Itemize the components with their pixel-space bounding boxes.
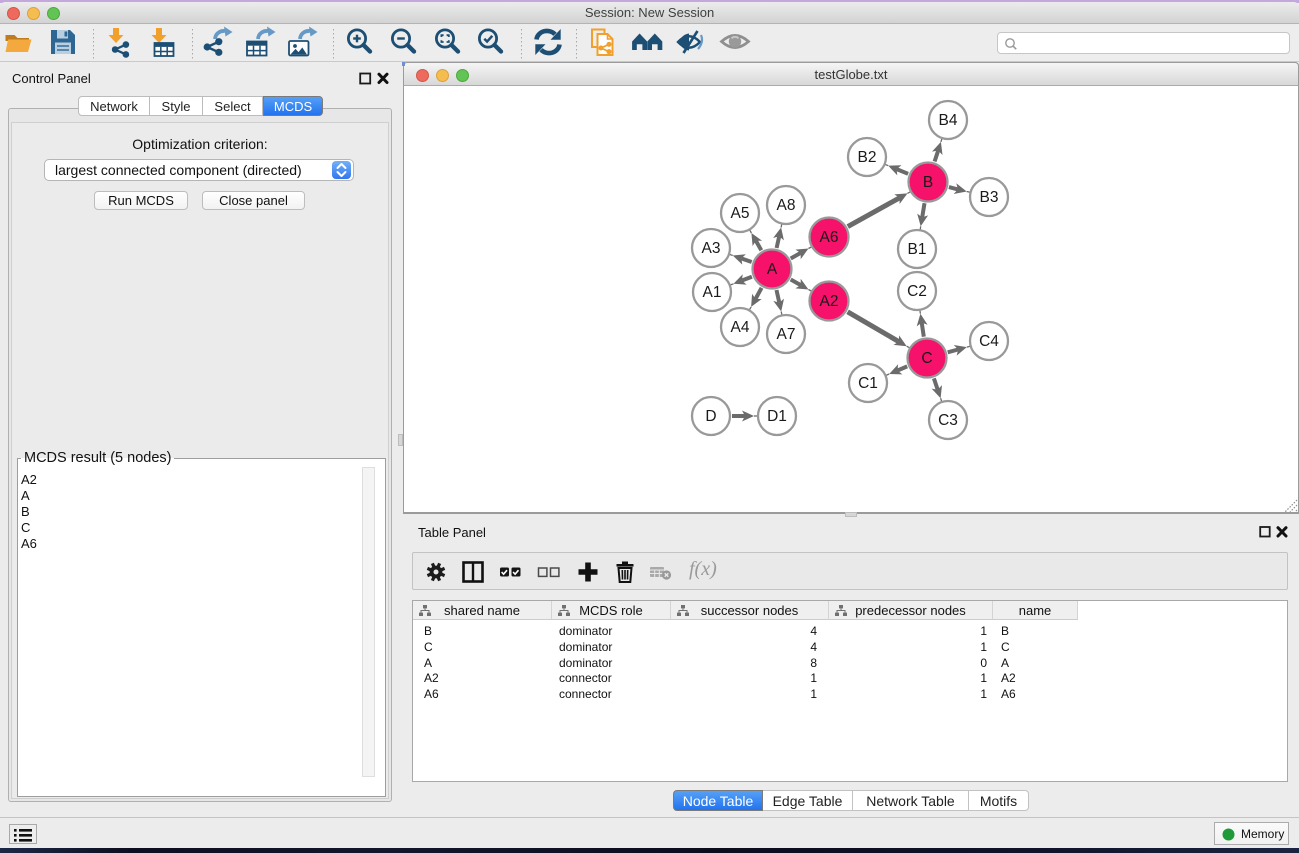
svg-text:A4: A4 <box>731 319 750 336</box>
svg-text:B4: B4 <box>939 112 958 129</box>
svg-text:B1: B1 <box>908 241 927 258</box>
svg-text:B3: B3 <box>980 189 999 206</box>
svg-text:C3: C3 <box>938 412 958 429</box>
svg-text:A2: A2 <box>820 293 839 310</box>
svg-text:B2: B2 <box>858 149 877 166</box>
svg-text:A5: A5 <box>731 205 750 222</box>
svg-text:A3: A3 <box>702 240 721 257</box>
svg-text:A1: A1 <box>703 284 722 301</box>
svg-text:A: A <box>767 261 778 278</box>
svg-text:C1: C1 <box>858 375 878 392</box>
svg-text:B: B <box>923 174 933 191</box>
svg-text:C2: C2 <box>907 283 927 300</box>
svg-text:C4: C4 <box>979 333 999 350</box>
svg-text:D: D <box>705 408 716 425</box>
svg-text:D1: D1 <box>767 408 787 425</box>
svg-text:C: C <box>921 350 932 367</box>
svg-text:A6: A6 <box>820 229 839 246</box>
svg-text:A7: A7 <box>777 326 796 343</box>
svg-text:A8: A8 <box>777 197 796 214</box>
